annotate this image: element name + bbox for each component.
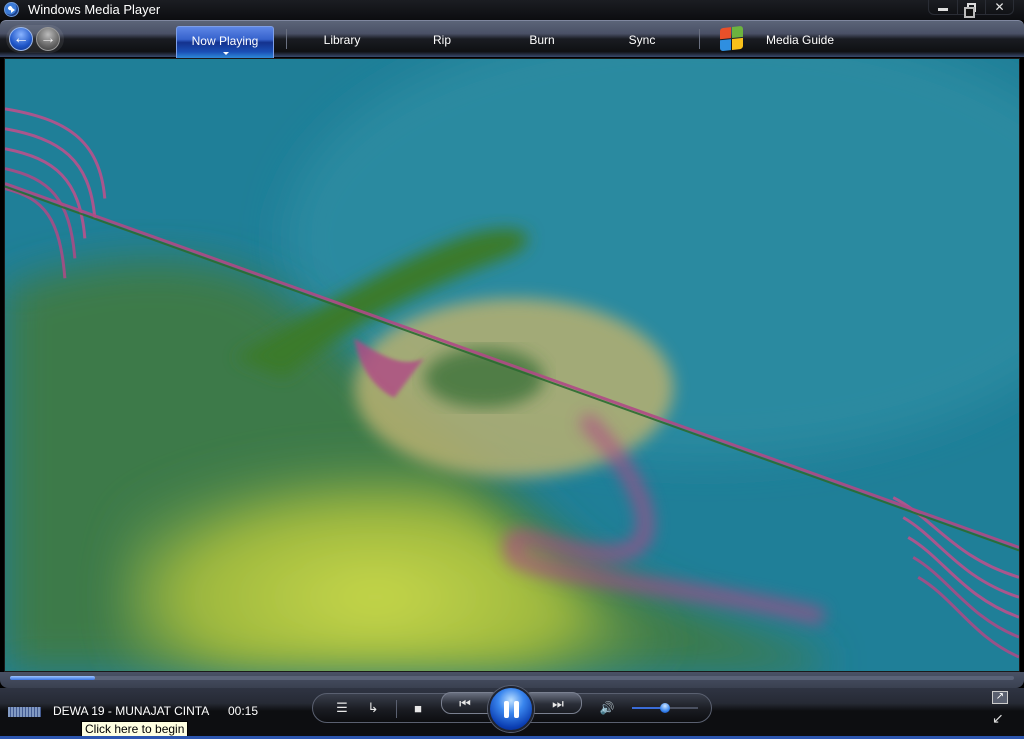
minimize-icon xyxy=(938,7,948,11)
tab-library[interactable]: Library xyxy=(310,21,374,58)
restore-icon xyxy=(964,2,976,18)
previous-icon: ⏮ xyxy=(459,696,471,711)
tab-rip[interactable]: Rip xyxy=(416,21,468,58)
repeat-icon: ↳ xyxy=(367,700,379,715)
tab-label: Rip xyxy=(432,32,451,47)
nav-bar: ← → Now Playing Library Rip Burn Sync Me… xyxy=(0,20,1024,58)
title-bar: Windows Media Player ✕ xyxy=(0,0,1024,20)
pause-icon xyxy=(514,701,519,718)
tab-label: Library xyxy=(323,32,361,47)
window-title: Windows Media Player xyxy=(28,2,161,17)
restore-button[interactable] xyxy=(957,0,985,18)
tab-media-guide[interactable]: Media Guide xyxy=(752,21,848,58)
back-arrow-icon: ← xyxy=(13,30,29,47)
speaker-icon: 🔊 xyxy=(599,701,615,715)
tab-burn[interactable]: Burn xyxy=(515,21,569,58)
track-title[interactable]: DEWA 19 - MUNAJAT CINTA xyxy=(53,704,209,718)
close-button[interactable]: ✕ xyxy=(985,0,1013,14)
tab-label: Media Guide xyxy=(765,32,835,47)
compact-mode-icon: ↙ xyxy=(992,710,1004,726)
elapsed-time[interactable]: 00:15 xyxy=(228,704,258,718)
tab-sync[interactable]: Sync xyxy=(615,21,669,58)
stop-button[interactable]: ■ xyxy=(410,700,426,716)
seek-progress xyxy=(10,676,96,680)
windows-logo-icon xyxy=(720,25,744,53)
pause-icon xyxy=(504,701,509,718)
minimize-button[interactable] xyxy=(929,0,957,14)
wmp-app-icon xyxy=(4,2,19,17)
divider xyxy=(699,29,700,49)
fullscreen-icon: ↗ xyxy=(995,691,1005,702)
fullscreen-button[interactable]: ↗ xyxy=(992,691,1008,704)
switch-to-compact-button[interactable]: ↙ xyxy=(992,710,1004,727)
tooltip: Click here to begin xyxy=(81,721,189,738)
tab-label: Burn xyxy=(529,32,555,47)
back-button[interactable]: ← xyxy=(9,27,33,51)
seek-bar[interactable] xyxy=(10,676,1014,680)
visualization-area[interactable] xyxy=(4,58,1020,672)
close-icon: ✕ xyxy=(994,0,1005,14)
volume-thumb[interactable] xyxy=(660,703,670,713)
forward-button[interactable]: → xyxy=(36,27,60,51)
next-icon: ⏭ xyxy=(552,696,564,711)
divider xyxy=(396,700,397,718)
tab-now-playing[interactable]: Now Playing xyxy=(176,26,274,58)
repeat-button[interactable]: ↳ xyxy=(364,700,382,716)
chevron-down-icon[interactable] xyxy=(223,52,229,55)
stop-icon: ■ xyxy=(414,700,422,716)
tab-label: Now Playing xyxy=(191,34,259,48)
visualization-canvas xyxy=(5,59,1019,671)
switch-to-mini-mode-icon[interactable] xyxy=(8,707,41,717)
shuffle-button[interactable]: ☰ xyxy=(334,700,350,716)
tab-label: Sync xyxy=(628,32,656,47)
divider xyxy=(286,29,287,49)
window-controls: ✕ xyxy=(928,0,1014,18)
shuffle-icon: ☰ xyxy=(336,700,348,715)
pause-button[interactable] xyxy=(488,686,534,732)
control-bar: DEWA 19 - MUNAJAT CINTA 00:15 Click here… xyxy=(0,686,1024,739)
mute-button[interactable]: 🔊 xyxy=(598,699,616,717)
forward-arrow-icon: → xyxy=(40,30,56,47)
